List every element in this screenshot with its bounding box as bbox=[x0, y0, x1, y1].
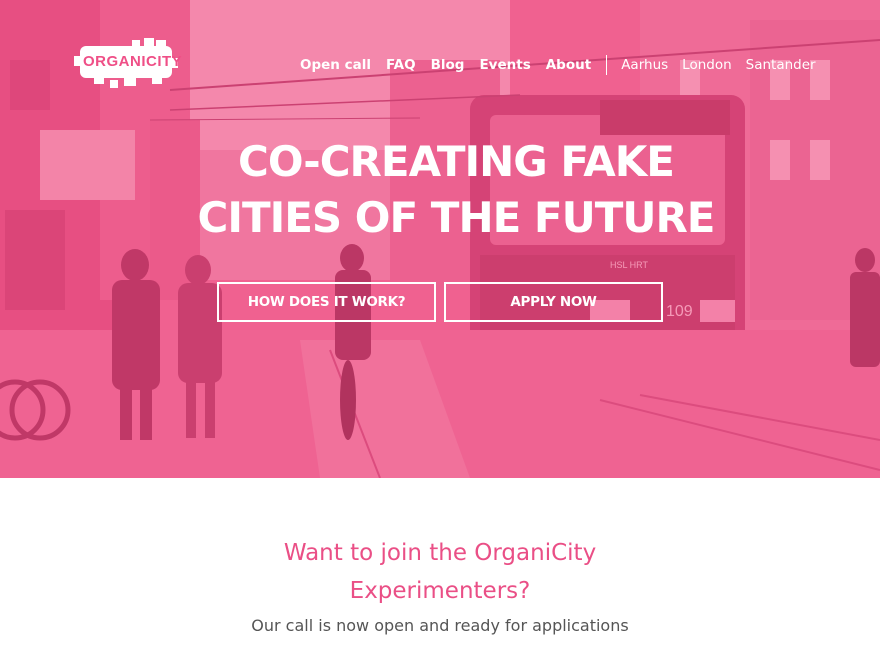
nav-about[interactable]: About bbox=[546, 57, 591, 73]
apply-now-button[interactable]: APPLY NOW bbox=[444, 282, 663, 322]
hero-headline-line2: CITIES OF THE FUTURE bbox=[197, 193, 716, 242]
hero-headline-line1: CO-CREATING FAKE bbox=[238, 137, 675, 186]
hero-section: 109 HSL HRT ORGANICITY Open call FAQ Blo… bbox=[0, 0, 880, 478]
logo-text: ORGANICITY bbox=[83, 53, 183, 70]
join-subtitle: Our call is now open and ready for appli… bbox=[251, 616, 629, 635]
nav-blog[interactable]: Blog bbox=[431, 57, 465, 73]
join-title-line1: Want to join the OrganiCity bbox=[283, 540, 597, 566]
nav-events[interactable]: Events bbox=[479, 57, 530, 73]
nav-divider bbox=[606, 55, 608, 75]
join-section: Want to join the OrganiCity Experimenter… bbox=[0, 478, 880, 660]
nav-city-london[interactable]: London bbox=[682, 57, 732, 73]
organicity-logo[interactable]: ORGANICITY bbox=[74, 38, 183, 88]
nav-open-call[interactable]: Open call bbox=[300, 57, 371, 73]
nav-faq[interactable]: FAQ bbox=[386, 57, 416, 73]
nav-city-santander[interactable]: Santander bbox=[746, 57, 816, 73]
join-title-line2: Experimenters? bbox=[349, 578, 531, 604]
join-title: Want to join the OrganiCity Experimenter… bbox=[0, 534, 880, 610]
hero-headline: CO-CREATING FAKE CITIES OF THE FUTURE bbox=[0, 134, 880, 246]
how-does-it-work-button[interactable]: HOW DOES IT WORK? bbox=[217, 282, 436, 322]
nav-city-aarhus[interactable]: Aarhus bbox=[621, 57, 668, 73]
main-nav: Open call FAQ Blog Events About Aarhus L… bbox=[300, 55, 830, 75]
